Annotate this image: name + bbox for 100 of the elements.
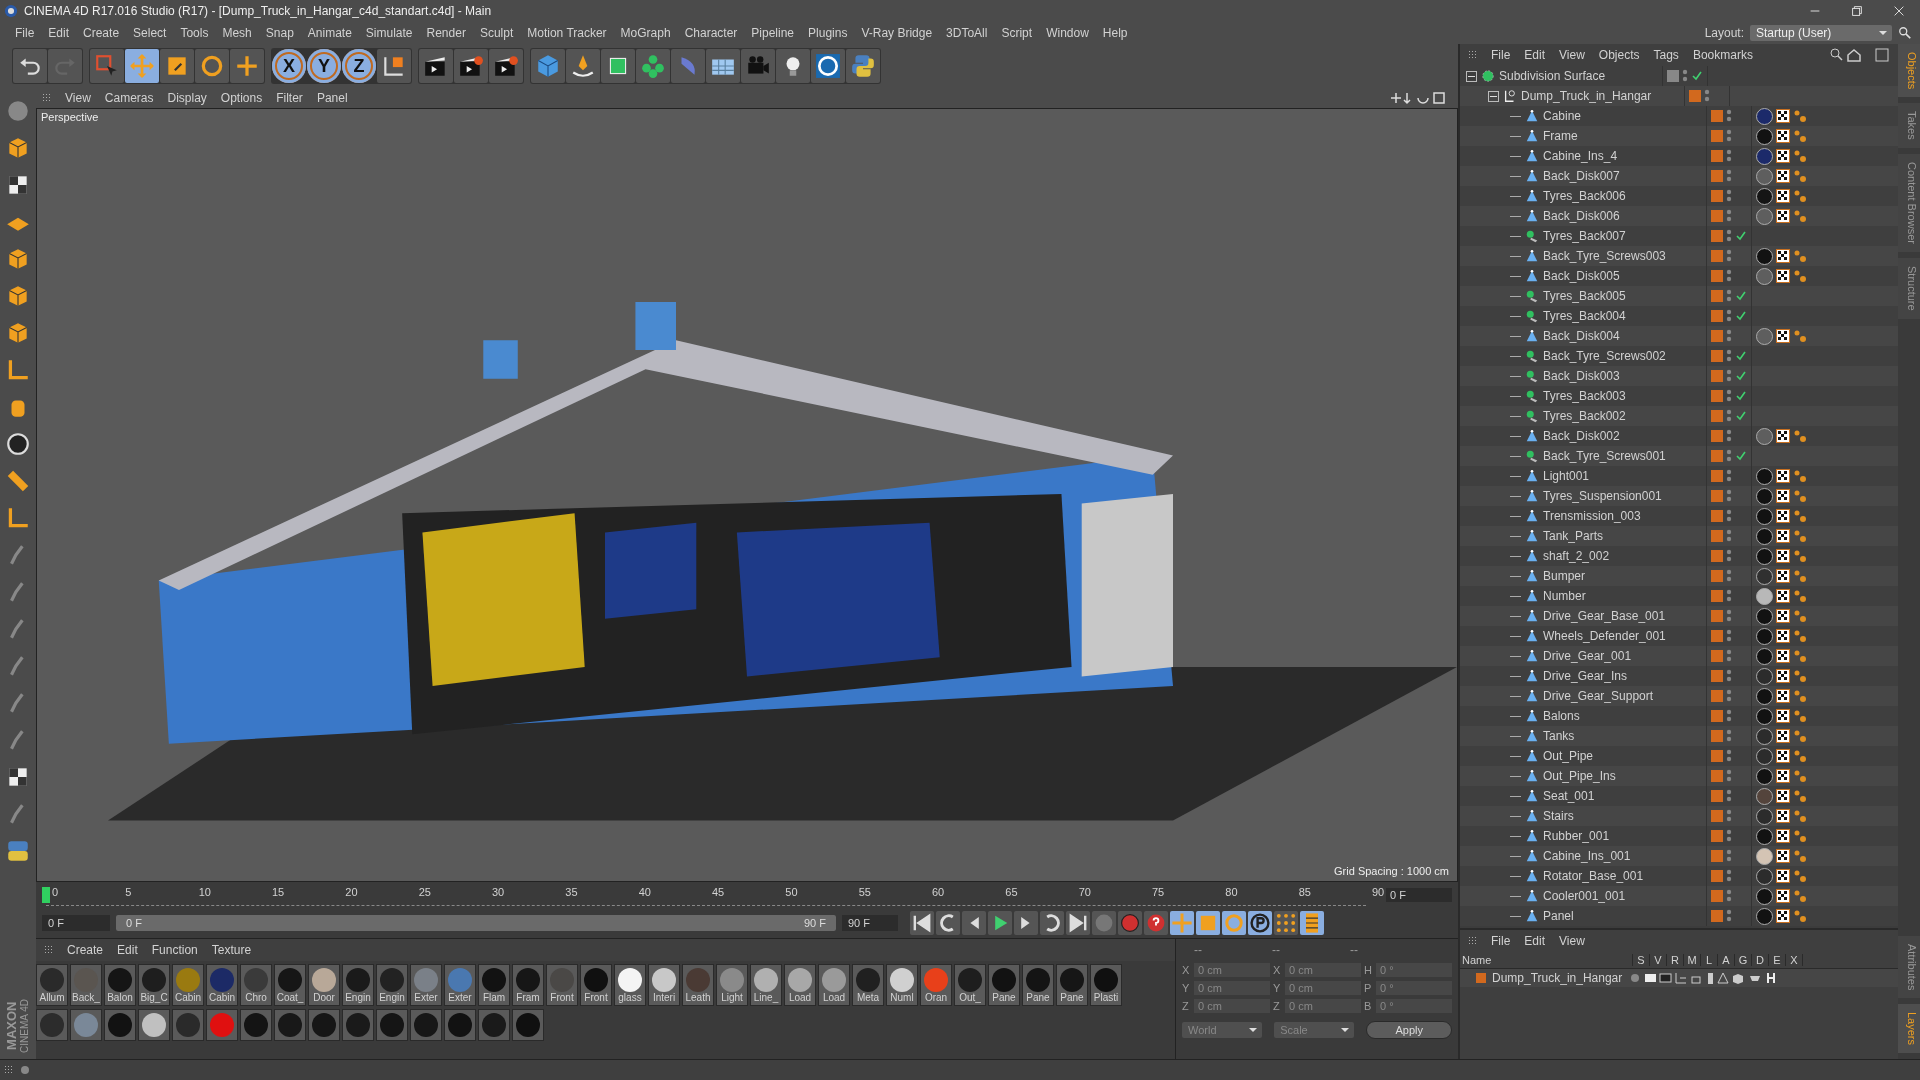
dots-tag-icon[interactable] xyxy=(1793,629,1807,643)
visibility-dots-icon[interactable] xyxy=(1726,568,1732,584)
material-tag[interactable] xyxy=(1756,207,1773,225)
column-header[interactable]: S xyxy=(1633,954,1650,966)
dots-tag-icon[interactable] xyxy=(1793,329,1807,343)
material-swatch[interactable]: Back_ xyxy=(70,964,102,1006)
light-button[interactable] xyxy=(776,49,810,83)
object-menu-item[interactable]: File xyxy=(1484,48,1518,62)
enabled-check-icon[interactable] xyxy=(1735,410,1747,422)
material-swatch[interactable]: Exter xyxy=(410,964,442,1006)
checker-tag-icon[interactable] xyxy=(1776,209,1790,223)
material-tag[interactable] xyxy=(1756,587,1773,605)
layer-swatch[interactable] xyxy=(1711,810,1723,822)
material-swatch[interactable]: Out_ xyxy=(954,964,986,1006)
visibility-dots-icon[interactable] xyxy=(1726,648,1732,664)
visibility-dots-icon[interactable] xyxy=(1726,228,1732,244)
visibility-dots-icon[interactable] xyxy=(1682,68,1688,84)
axis-button[interactable]: Y xyxy=(307,49,341,83)
layer-swatch[interactable] xyxy=(1711,410,1723,422)
checker-tag-icon[interactable] xyxy=(1776,609,1790,623)
menu-item[interactable]: Pipeline xyxy=(744,26,802,40)
material-swatch[interactable]: Numl xyxy=(886,964,918,1006)
visibility-dots-icon[interactable] xyxy=(1726,588,1732,604)
dots-tag-icon[interactable] xyxy=(1793,249,1807,263)
layer-swatch[interactable] xyxy=(1711,270,1723,282)
dots-tag-icon[interactable] xyxy=(1793,709,1807,723)
visibility-dots-icon[interactable] xyxy=(1726,508,1732,524)
object-name[interactable]: Rotator_Base_001 xyxy=(1543,869,1644,883)
search-icon[interactable] xyxy=(1898,26,1912,40)
object-name[interactable]: Balons xyxy=(1543,709,1580,723)
material-swatch[interactable]: Oran xyxy=(920,964,952,1006)
layer-menu-item[interactable]: Edit xyxy=(1517,934,1553,948)
dots-tag-icon[interactable] xyxy=(1793,769,1807,783)
side-tab[interactable]: Takes xyxy=(1898,103,1920,149)
layer-swatch[interactable] xyxy=(1711,390,1723,402)
floor-button[interactable] xyxy=(706,49,740,83)
material-tag[interactable] xyxy=(1756,507,1773,525)
material-tag[interactable] xyxy=(1756,487,1773,505)
object-name[interactable]: Subdivision Surface xyxy=(1499,69,1606,83)
render-button[interactable] xyxy=(454,49,488,83)
render-button[interactable] xyxy=(489,49,523,83)
dots-tag-icon[interactable] xyxy=(1793,729,1807,743)
visibility-dots-icon[interactable] xyxy=(1726,628,1732,644)
object-name[interactable]: Back_Tyre_Screws001 xyxy=(1543,449,1666,463)
visibility-dots-icon[interactable] xyxy=(1726,328,1732,344)
object-name[interactable]: Back_Tyre_Screws002 xyxy=(1543,349,1666,363)
checker-tag-icon[interactable] xyxy=(1776,549,1790,563)
material-swatch[interactable]: Coat_ xyxy=(274,964,306,1006)
visibility-dots-icon[interactable] xyxy=(1726,728,1732,744)
coordinate-system-button[interactable] xyxy=(377,49,411,83)
checker-tag-icon[interactable] xyxy=(1776,769,1790,783)
material-tag[interactable] xyxy=(1756,867,1773,885)
viewport-menu-item[interactable]: Options xyxy=(213,91,270,105)
visibility-dots-icon[interactable] xyxy=(1726,108,1732,124)
material-swatch[interactable]: Front xyxy=(546,964,578,1006)
visibility-dots-icon[interactable] xyxy=(1726,748,1732,764)
object-name[interactable]: Tyres_Back002 xyxy=(1543,409,1626,423)
object-name[interactable]: Tyres_Back005 xyxy=(1543,289,1626,303)
object-name[interactable]: Drive_Gear_001 xyxy=(1543,649,1632,663)
material-tag[interactable] xyxy=(1756,687,1773,705)
object-name[interactable]: Trensmission_003 xyxy=(1543,509,1641,523)
checker-tag-icon[interactable] xyxy=(1776,529,1790,543)
object-name[interactable]: Tank_Parts xyxy=(1543,529,1604,543)
layer-menu-item[interactable]: View xyxy=(1552,934,1592,948)
layer-swatch[interactable] xyxy=(1711,510,1723,522)
menu-item[interactable]: Character xyxy=(677,26,745,40)
material-swatch[interactable]: Big_C xyxy=(138,964,170,1006)
checker-tag-icon[interactable] xyxy=(1776,129,1790,143)
object-name[interactable]: Tyres_Back003 xyxy=(1543,389,1626,403)
visibility-dots-icon[interactable] xyxy=(1726,388,1732,404)
side-tab[interactable]: Layers xyxy=(1898,1003,1920,1053)
dots-grid-icon[interactable] xyxy=(1274,911,1298,935)
material-tag[interactable] xyxy=(1756,807,1773,825)
dots-tag-icon[interactable] xyxy=(1793,809,1807,823)
object-menu-item[interactable]: Bookmarks xyxy=(1685,48,1760,62)
material-swatch[interactable]: Meta xyxy=(852,964,884,1006)
layer-menu-item[interactable]: File xyxy=(1484,934,1518,948)
enabled-check-icon[interactable] xyxy=(1735,390,1747,402)
render-button[interactable] xyxy=(419,49,453,83)
previous-keyframe-icon[interactable] xyxy=(936,911,960,935)
dots-tag-icon[interactable] xyxy=(1793,149,1807,163)
dots-tag-icon[interactable] xyxy=(1793,669,1807,683)
checker-tag-icon[interactable] xyxy=(1776,749,1790,763)
menu-item[interactable]: Plugins xyxy=(801,26,855,40)
material-menu-item[interactable]: Texture xyxy=(204,943,259,957)
material-tag[interactable] xyxy=(1756,847,1773,865)
material-swatch[interactable]: Interi xyxy=(648,964,680,1006)
material-tag[interactable] xyxy=(1756,887,1773,905)
menu-item[interactable]: Animate xyxy=(300,26,359,40)
object-name[interactable]: Seat_001 xyxy=(1543,789,1595,803)
layer-swatch[interactable] xyxy=(1711,330,1723,342)
material-tag[interactable] xyxy=(1756,747,1773,765)
enabled-check-icon[interactable] xyxy=(1735,450,1747,462)
visibility-dots-icon[interactable] xyxy=(1726,268,1732,284)
object-name[interactable]: Frame xyxy=(1543,129,1578,143)
menu-item[interactable]: MoGraph xyxy=(613,26,678,40)
visibility-dots-icon[interactable] xyxy=(1726,548,1732,564)
material-tag[interactable] xyxy=(1756,907,1773,925)
playhead[interactable] xyxy=(42,886,50,903)
material-tag[interactable] xyxy=(1756,187,1773,205)
